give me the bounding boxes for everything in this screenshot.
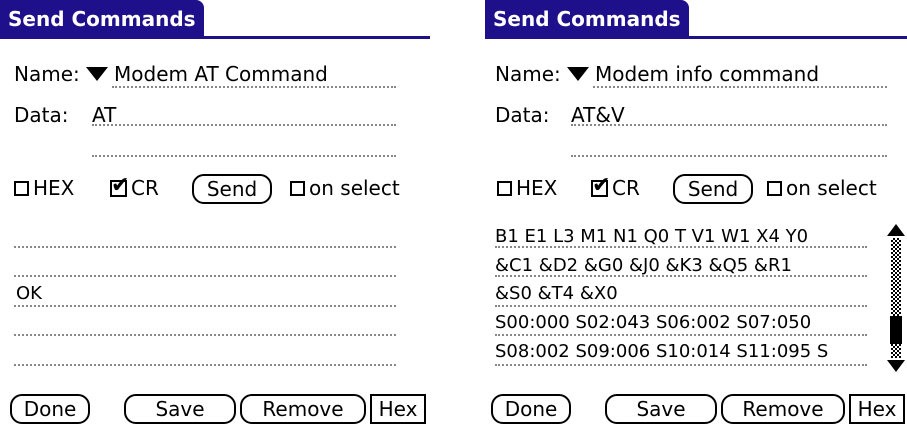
data-line-2 <box>92 155 396 157</box>
cr-checkbox-label: CR <box>612 176 640 200</box>
save-button[interactable]: Save <box>124 394 236 424</box>
scroll-down-icon[interactable] <box>887 360 905 372</box>
output-rule <box>14 364 396 366</box>
hex-checkbox-box <box>14 180 29 196</box>
done-button[interactable]: Done <box>10 394 90 424</box>
output-rule <box>14 275 396 277</box>
output-scrollbar[interactable] <box>887 224 905 372</box>
output-rule <box>495 334 867 336</box>
title-bar: Send Commands <box>485 0 907 40</box>
name-value: Modem AT Command <box>114 62 328 86</box>
name-value: Modem info command <box>595 62 820 86</box>
data-label: Data: <box>495 103 550 127</box>
output-line: S08:002 S09:006 S10:014 S11:095 S <box>495 341 829 362</box>
name-underline <box>593 86 887 88</box>
save-button[interactable]: Save <box>605 394 717 424</box>
output-line: &C1 &D2 &G0 &J0 &K3 &Q5 &R1 <box>495 255 792 276</box>
on-select-checkbox-box <box>290 180 305 196</box>
output-line: &S0 &T4 &X0 <box>495 283 618 304</box>
on-select-checkbox-label: on select <box>786 176 877 200</box>
title-rule <box>485 36 907 39</box>
remove-button[interactable]: Remove <box>721 394 845 424</box>
right-screen: Send Commands Name: Modem info command D… <box>485 0 907 425</box>
on-select-checkbox[interactable]: on select <box>767 176 877 200</box>
data-label: Data: <box>14 103 69 127</box>
title-bar: Send Commands <box>0 0 430 40</box>
data-line-1 <box>92 124 396 126</box>
cr-checkbox-box: ✔ <box>591 174 610 197</box>
scroll-up-icon[interactable] <box>887 224 905 236</box>
page-title: Send Commands <box>485 0 689 38</box>
cr-checkbox-label: CR <box>131 176 159 200</box>
name-label: Name: <box>495 62 561 86</box>
name-label: Name: <box>14 62 80 86</box>
cr-checkbox-box: ✔ <box>110 174 129 197</box>
cr-checkbox[interactable]: ✔ CR <box>591 174 640 200</box>
data-line-2 <box>571 155 887 157</box>
name-select[interactable]: Modem AT Command <box>86 62 328 86</box>
scroll-thumb[interactable] <box>890 316 902 345</box>
page-title: Send Commands <box>0 0 204 38</box>
cr-checkbox[interactable]: ✔ CR <box>110 174 159 200</box>
done-button[interactable]: Done <box>491 394 571 424</box>
hex-checkbox[interactable]: HEX <box>497 176 557 200</box>
output-rule <box>495 275 867 277</box>
output-rule <box>495 246 867 248</box>
name-select[interactable]: Modem info command <box>567 62 819 86</box>
title-rule <box>0 36 430 39</box>
hex-checkbox[interactable]: HEX <box>14 176 74 200</box>
output-line: B1 E1 L3 M1 N1 Q0 T V1 W1 X4 Y0 <box>495 226 809 247</box>
hex-checkbox-label: HEX <box>516 176 558 200</box>
name-underline <box>112 86 396 88</box>
on-select-checkbox-label: on select <box>309 176 400 200</box>
output-line: S00:000 S02:043 S06:002 S07:050 <box>495 312 812 333</box>
left-screen: Send Commands Name: Modem AT Command Dat… <box>0 0 430 425</box>
output-rule <box>14 334 396 336</box>
dropdown-triangle-icon <box>567 67 589 81</box>
hex-checkbox-label: HEX <box>33 176 75 200</box>
hex-checkbox-box <box>497 180 512 196</box>
output-rule <box>14 246 396 248</box>
output-line: OK <box>16 283 42 304</box>
data-line-1 <box>571 124 887 126</box>
send-button[interactable]: Send <box>192 174 272 204</box>
dropdown-triangle-icon <box>86 67 108 81</box>
send-button[interactable]: Send <box>673 174 753 204</box>
checkmark-icon: ✔ <box>111 172 130 198</box>
output-rule <box>495 305 867 307</box>
output-rule <box>14 305 396 307</box>
hex-button[interactable]: Hex <box>370 394 426 424</box>
on-select-checkbox-box <box>767 180 782 196</box>
on-select-checkbox[interactable]: on select <box>290 176 400 200</box>
remove-button[interactable]: Remove <box>240 394 366 424</box>
hex-button[interactable]: Hex <box>849 394 905 424</box>
output-rule <box>495 364 867 366</box>
checkmark-icon: ✔ <box>592 172 611 198</box>
